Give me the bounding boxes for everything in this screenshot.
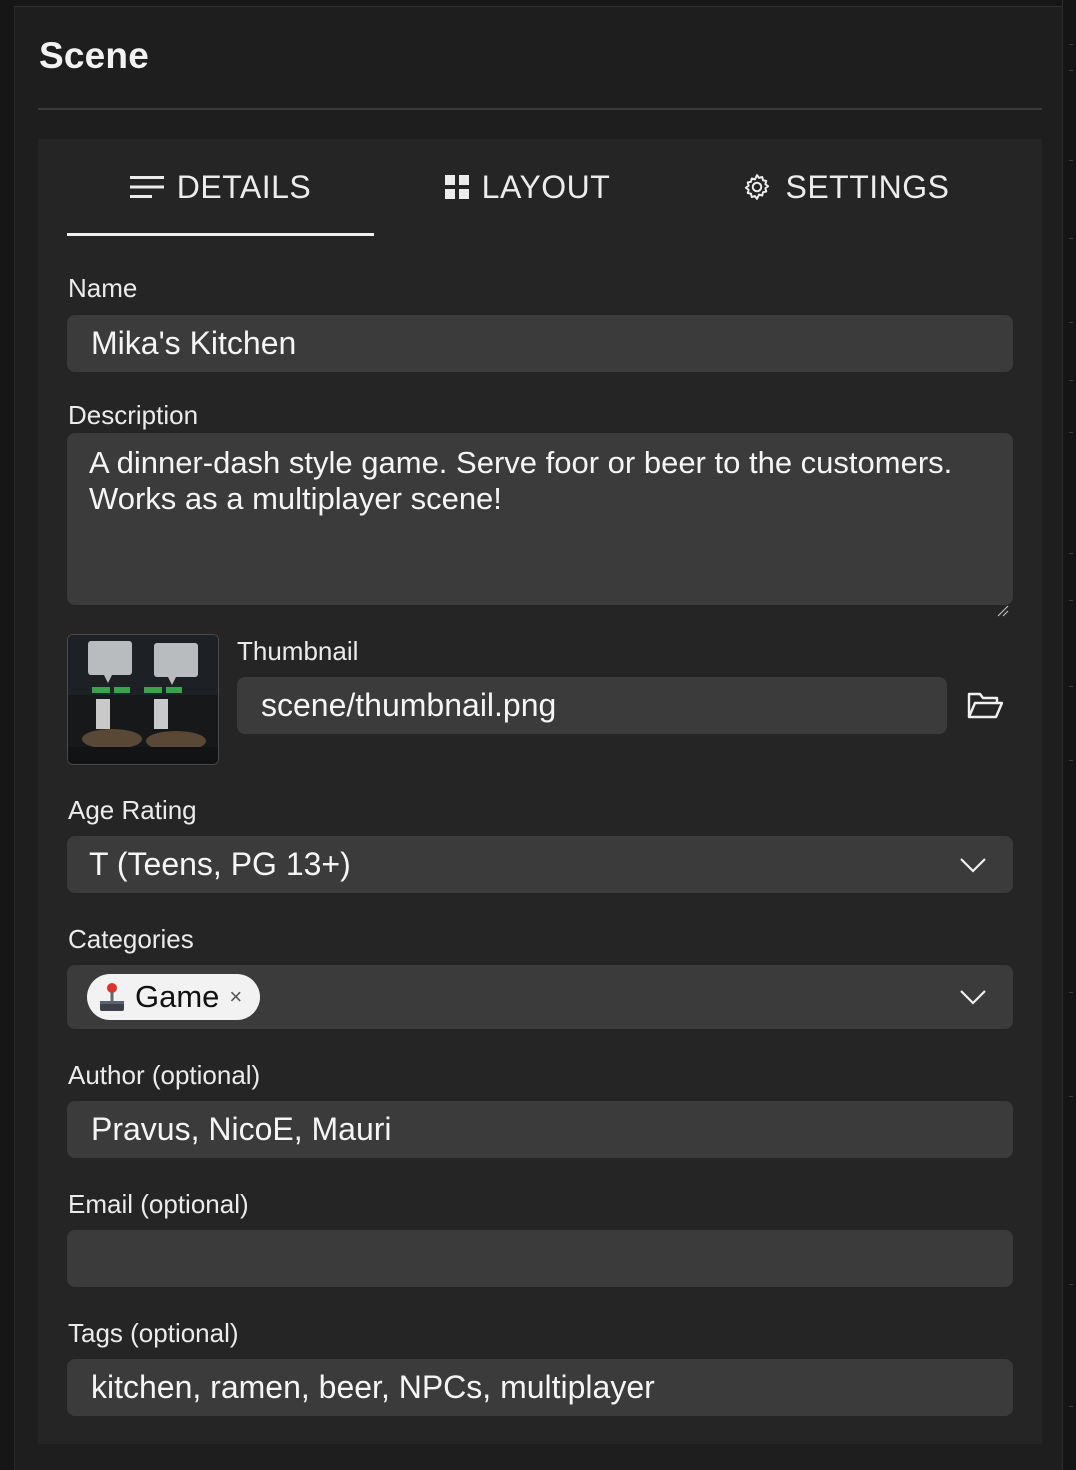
age-rating-value: T (Teens, PG 13+)	[89, 846, 351, 882]
category-chip-label: Game	[135, 979, 220, 1014]
author-label: Author (optional)	[68, 1060, 261, 1090]
description-value: A dinner-dash style game. Serve foor or …	[89, 445, 953, 516]
email-label: Email (optional)	[68, 1189, 249, 1219]
title-divider	[38, 108, 1042, 110]
author-input[interactable]: Pravus, NicoE, Mauri	[67, 1101, 1013, 1158]
name-input[interactable]: Mika's Kitchen	[67, 315, 1013, 372]
scene-properties-card: DETAILS LAYOUT SETTINGS Name Mika's Kitc…	[38, 139, 1042, 1444]
name-value: Mika's Kitchen	[91, 325, 297, 361]
tab-settings-label: SETTINGS	[785, 168, 950, 205]
description-textarea[interactable]: A dinner-dash style game. Serve foor or …	[67, 433, 1013, 617]
chip-remove-icon[interactable]: ×	[229, 984, 242, 1010]
tags-label: Tags (optional)	[68, 1318, 239, 1348]
age-rating-label: Age Rating	[68, 795, 197, 825]
tags-input[interactable]: kitchen, ramen, beer, NPCs, multiplayer	[67, 1359, 1013, 1416]
tags-value: kitchen, ramen, beer, NPCs, multiplayer	[91, 1369, 655, 1405]
chevron-down-icon	[959, 989, 987, 1005]
tab-active-indicator	[67, 233, 374, 236]
resize-grip-icon[interactable]	[997, 589, 1009, 617]
grid-icon	[444, 175, 469, 199]
categories-label: Categories	[68, 924, 194, 954]
thumbnail-value: scene/thumbnail.png	[261, 687, 557, 723]
gear-icon	[742, 172, 772, 202]
tab-layout[interactable]: LAYOUT	[374, 139, 681, 235]
name-label: Name	[68, 273, 138, 303]
thumbnail-label: Thumbnail	[237, 636, 359, 666]
thumbnail-path-input[interactable]: scene/thumbnail.png	[237, 677, 947, 734]
top-edge	[14, 0, 1062, 7]
age-rating-select[interactable]: T (Teens, PG 13+)	[67, 836, 1013, 893]
tab-details[interactable]: DETAILS	[67, 139, 374, 235]
scene-panel: Scene DETAILS LAYOUT SETTINGS Name Mika'…	[15, 7, 1062, 1470]
panel-title: Scene	[39, 35, 150, 76]
email-input[interactable]	[67, 1230, 1013, 1287]
category-chip: Game ×	[87, 974, 261, 1020]
tab-layout-label: LAYOUT	[481, 168, 611, 205]
left-edge	[0, 0, 15, 1470]
thumbnail-preview	[67, 634, 219, 765]
chevron-down-icon	[959, 857, 987, 873]
menu-lines-icon	[129, 174, 164, 200]
right-scrollbar-track[interactable]	[1062, 0, 1076, 1470]
folder-open-icon[interactable]	[966, 688, 1004, 724]
joystick-icon	[99, 982, 125, 1012]
categories-select[interactable]: Game ×	[67, 965, 1013, 1029]
tab-details-label: DETAILS	[176, 168, 312, 205]
description-label: Description	[68, 400, 199, 430]
tab-settings[interactable]: SETTINGS	[681, 139, 1011, 235]
author-value: Pravus, NicoE, Mauri	[91, 1111, 392, 1147]
